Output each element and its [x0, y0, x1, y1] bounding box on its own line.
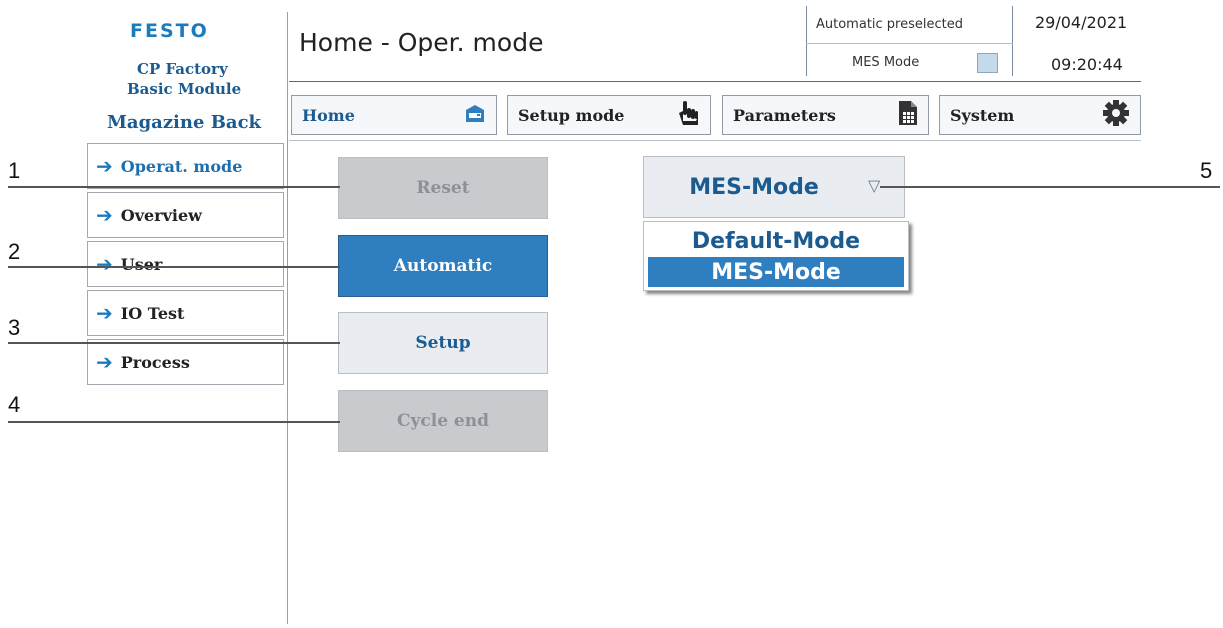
- header-separator: [1012, 6, 1013, 76]
- callout-number-1: 1: [8, 158, 21, 183]
- dropdown-option-default-mode[interactable]: Default-Mode: [648, 226, 904, 256]
- dropdown-option-mes-mode[interactable]: MES-Mode: [648, 257, 904, 287]
- callout-line-3: [8, 342, 340, 344]
- setup-button[interactable]: Setup: [338, 312, 548, 374]
- sidebar-item-user[interactable]: ➔ User: [87, 241, 284, 287]
- nav-parameters-label: Parameters: [733, 105, 836, 125]
- mode-dropdown[interactable]: MES-Mode: [643, 156, 905, 218]
- nav-system-label: System: [950, 105, 1015, 125]
- header-separator: [806, 6, 807, 76]
- mode-dropdown-list: Default-Mode MES-Mode: [643, 221, 909, 291]
- sidebar-item-label: User: [120, 254, 163, 274]
- callout-number-4: 4: [8, 392, 21, 417]
- arrow-right-icon: ➔: [96, 154, 113, 178]
- nav-system-button[interactable]: System: [939, 95, 1141, 135]
- header-rule: [289, 81, 1141, 82]
- sidebar-item-overview[interactable]: ➔ Overview: [87, 192, 284, 238]
- festo-logo: FESTO: [130, 20, 209, 42]
- callout-number-2: 2: [8, 239, 21, 264]
- chevron-down-icon[interactable]: ▽: [868, 176, 880, 195]
- gear-icon: [1102, 99, 1130, 131]
- sidebar-item-label: Process: [120, 352, 190, 372]
- sidebar-item-io-test[interactable]: ➔ IO Test: [87, 290, 284, 336]
- arrow-right-icon: ➔: [96, 203, 113, 227]
- brand-line-1: CP Factory: [137, 60, 228, 78]
- sidebar-divider: [287, 12, 288, 624]
- arrow-right-icon: ➔: [96, 301, 113, 325]
- status-automatic-preselected: Automatic preselected: [816, 17, 963, 32]
- nav-home-label: Home: [302, 105, 355, 125]
- arrow-right-icon: ➔: [96, 350, 113, 374]
- automatic-button[interactable]: Automatic: [338, 235, 548, 297]
- document-icon: [898, 100, 918, 130]
- station-name: Magazine Back: [107, 112, 262, 133]
- page-title: Home - Oper. mode: [299, 28, 544, 57]
- callout-line-1: [8, 186, 340, 188]
- nav-home-button[interactable]: Home: [291, 95, 497, 135]
- arrow-right-icon: ➔: [96, 252, 113, 276]
- mes-mode-indicator: [977, 53, 998, 73]
- status-separator: [806, 43, 1013, 44]
- status-mes-mode-label: MES Mode: [852, 55, 920, 70]
- callout-number-5: 5: [1200, 158, 1213, 183]
- nav-setup-label: Setup mode: [518, 105, 625, 125]
- callout-line-5: [880, 186, 1220, 188]
- nav-parameters-button[interactable]: Parameters: [722, 95, 929, 135]
- nav-rule: [289, 140, 1141, 141]
- reset-button[interactable]: Reset: [338, 157, 548, 219]
- sidebar-item-label: Overview: [120, 205, 202, 225]
- callout-line-4: [8, 421, 340, 423]
- callout-number-3: 3: [8, 315, 21, 340]
- time-display: 09:20:44: [1051, 55, 1123, 74]
- sidebar-item-process[interactable]: ➔ Process: [87, 339, 284, 385]
- sidebar-item-label: IO Test: [120, 303, 185, 323]
- cycle-end-button[interactable]: Cycle end: [338, 390, 548, 452]
- sidebar-item-label: Operat. mode: [120, 156, 243, 176]
- nav-setup-mode-button[interactable]: Setup mode: [507, 95, 711, 135]
- date-display: 29/04/2021: [1035, 13, 1128, 32]
- hand-pointer-icon: [676, 99, 700, 131]
- sidebar-item-operat-mode[interactable]: ➔ Operat. mode: [87, 143, 284, 189]
- brand-line-2: Basic Module: [127, 80, 242, 98]
- home-icon: [464, 102, 486, 128]
- mode-dropdown-value: MES-Mode: [689, 174, 819, 200]
- callout-line-2: [8, 266, 340, 268]
